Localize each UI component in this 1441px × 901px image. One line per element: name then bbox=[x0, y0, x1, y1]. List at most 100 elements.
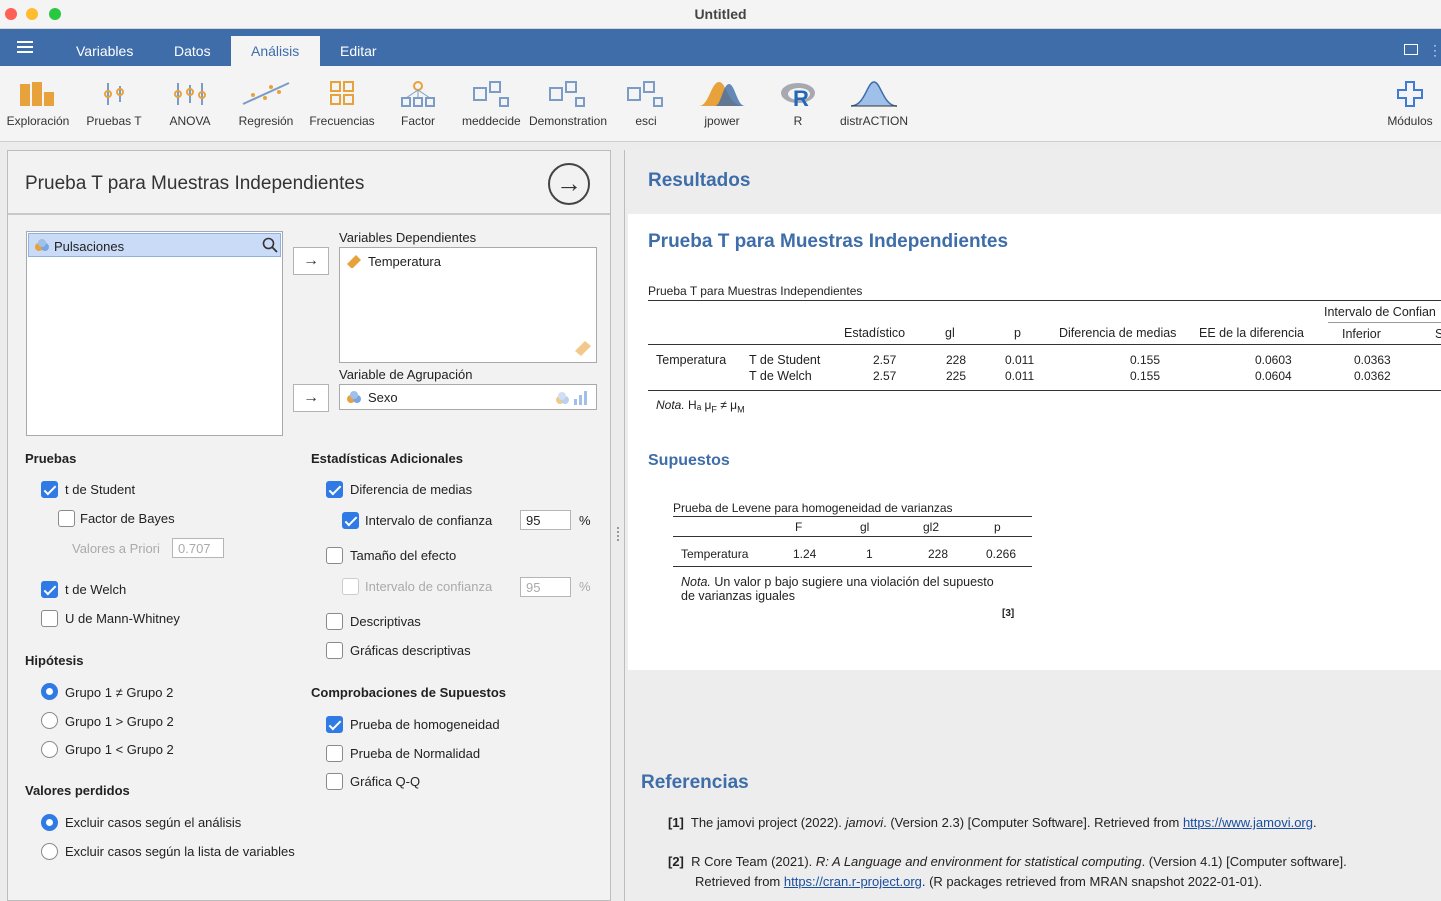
ci-value-input[interactable]: 95 bbox=[520, 510, 571, 530]
bayes-factor-checkbox[interactable] bbox=[58, 510, 75, 527]
ref-text: The jamovi project (2022). bbox=[690, 815, 846, 830]
hypothesis-neq-radio[interactable] bbox=[41, 683, 58, 700]
module-icon bbox=[473, 81, 509, 107]
effect-ci-value-input[interactable]: 95 bbox=[520, 577, 571, 597]
tab-editar[interactable]: Editar bbox=[320, 36, 397, 66]
nominal-variable-icon bbox=[34, 238, 50, 252]
descriptive-plots-checkbox[interactable] bbox=[326, 642, 343, 659]
qq-plot-checkbox[interactable] bbox=[326, 773, 343, 790]
more-options-icon[interactable]: · · · bbox=[1433, 39, 1437, 61]
ref-text: . (R packages retrieved from MRAN snapsh… bbox=[921, 874, 1263, 889]
results-header: Resultados bbox=[625, 150, 1441, 214]
reference-marker[interactable]: [3] bbox=[1002, 608, 1014, 619]
table-cell: 2.57 bbox=[873, 369, 897, 383]
table-rule bbox=[648, 300, 1441, 301]
variable-list[interactable]: Pulsaciones bbox=[26, 231, 283, 436]
t-welch-checkbox[interactable] bbox=[41, 581, 58, 598]
toolbar-r[interactable]: R R bbox=[770, 66, 826, 142]
tab-datos[interactable]: Datos bbox=[154, 36, 231, 66]
note-text: Un valor p bajo sugiere una violación de… bbox=[714, 575, 994, 589]
ref-text: R Core Team (2021). bbox=[691, 854, 816, 869]
table-cell: 225 bbox=[946, 369, 967, 383]
table-cell: 0.011 bbox=[1005, 353, 1035, 367]
effect-ci-checkbox[interactable] bbox=[342, 578, 359, 595]
dependent-variables-list[interactable]: Temperatura bbox=[339, 247, 597, 363]
prior-input[interactable]: 0.707 bbox=[172, 538, 224, 558]
panel-resize-handle[interactable] bbox=[617, 527, 619, 541]
move-to-dependent-button[interactable]: → bbox=[293, 247, 329, 275]
prior-label: Valores a Priori bbox=[72, 541, 160, 556]
dependent-variables-label: Variables Dependientes bbox=[339, 230, 477, 245]
grouping-variable-field[interactable]: Sexo bbox=[339, 384, 597, 410]
tab-analisis[interactable]: Análisis bbox=[231, 36, 320, 66]
arrow-right-icon: → bbox=[556, 168, 582, 198]
hypothesis-lt-radio[interactable] bbox=[41, 741, 58, 758]
homogeneity-checkbox[interactable] bbox=[326, 716, 343, 733]
col-header: p bbox=[1014, 326, 1021, 340]
toolbar-modulos[interactable]: Módulos bbox=[1380, 66, 1440, 142]
mann-whitney-checkbox[interactable] bbox=[41, 610, 58, 627]
ci-header-rule bbox=[1328, 322, 1441, 323]
t-welch-label: t de Welch bbox=[65, 582, 127, 597]
toolbar-anova[interactable]: ANOVA bbox=[156, 66, 224, 142]
tab-variables[interactable]: Variables bbox=[56, 36, 153, 66]
descriptives-label: Descriptivas bbox=[350, 614, 421, 629]
frequencies-icon bbox=[330, 81, 354, 105]
distribution-icon bbox=[850, 81, 898, 107]
toolbar-label: esci bbox=[635, 114, 657, 128]
table-rule bbox=[648, 390, 1441, 391]
mean-diff-checkbox[interactable] bbox=[326, 481, 343, 498]
qq-plot-label: Gráfica Q-Q bbox=[350, 774, 421, 789]
effect-size-label: Tamaño del efecto bbox=[350, 548, 457, 563]
toolbar-frecuencias[interactable]: Frecuencias bbox=[305, 66, 379, 142]
nominal-variable-icon bbox=[346, 390, 362, 409]
toolbar-esci[interactable]: esci bbox=[616, 66, 676, 142]
t-student-checkbox[interactable] bbox=[41, 481, 58, 498]
move-to-group-button[interactable]: → bbox=[293, 384, 329, 412]
window-mode-icon[interactable] bbox=[1404, 44, 1418, 55]
toolbar-exploracion[interactable]: Exploración bbox=[0, 66, 76, 142]
effect-size-checkbox[interactable] bbox=[326, 547, 343, 564]
toolbar-pruebas-t[interactable]: Pruebas T bbox=[78, 66, 150, 142]
ci-header: Intervalo de Confian bbox=[1324, 305, 1436, 319]
hypothesis-heading: Hipótesis bbox=[25, 653, 84, 668]
analysis-title: Prueba T para Muestras Independientes bbox=[648, 231, 1009, 252]
descriptives-checkbox[interactable] bbox=[326, 613, 343, 630]
levene-title: Prueba de Levene para homogeneidad de va… bbox=[673, 501, 953, 515]
list-item[interactable]: Pulsaciones bbox=[28, 233, 281, 257]
table-cell: 228 bbox=[928, 547, 949, 561]
hamburger-menu-icon[interactable] bbox=[17, 46, 33, 48]
descriptive-plots-label: Gráficas descriptivas bbox=[350, 643, 471, 658]
cran-link[interactable]: https://cran.r-project.org bbox=[784, 874, 922, 889]
arrow-right-icon: → bbox=[303, 389, 319, 406]
toolbar-regresion[interactable]: Regresión bbox=[231, 66, 301, 142]
results-heading: Resultados bbox=[648, 170, 751, 191]
hypothesis-gt-radio[interactable] bbox=[41, 712, 58, 729]
toolbar-factor[interactable]: Factor bbox=[388, 66, 448, 142]
toolbar-label: R bbox=[793, 114, 803, 128]
table-cell: 0.0604 bbox=[1255, 369, 1292, 383]
panel-title: Prueba T para Muestras Independientes bbox=[25, 173, 365, 194]
normality-checkbox[interactable] bbox=[326, 745, 343, 762]
results-panel: Resultados Prueba T para Muestras Indepe… bbox=[624, 150, 1441, 901]
run-arrow-button[interactable]: → bbox=[548, 163, 590, 205]
toolbar-demonstration[interactable]: Demonstration bbox=[526, 66, 610, 142]
toolbar-distraction[interactable]: distrACTION bbox=[836, 66, 912, 142]
toolbar-label: Módulos bbox=[1387, 114, 1433, 128]
homogeneity-label: Prueba de homogeneidad bbox=[350, 717, 500, 732]
levene-note: Nota. Un valor p bajo sugiere una violac… bbox=[681, 575, 994, 589]
regression-icon bbox=[242, 82, 290, 105]
exclude-listwise-radio[interactable] bbox=[41, 843, 58, 860]
col-header: S bbox=[1435, 327, 1441, 341]
exclude-analysis-radio[interactable] bbox=[41, 814, 58, 831]
toolbar-jpower[interactable]: jpower bbox=[690, 66, 754, 142]
analysis-options-panel: Prueba T para Muestras Independientes → … bbox=[7, 150, 611, 901]
search-icon[interactable] bbox=[262, 237, 278, 258]
ci-checkbox[interactable] bbox=[342, 512, 359, 529]
jamovi-link[interactable]: https://www.jamovi.org bbox=[1183, 815, 1313, 830]
assumption-checks-heading: Comprobaciones de Supuestos bbox=[311, 685, 507, 700]
toolbar-meddecide[interactable]: meddecide bbox=[458, 66, 526, 142]
list-item[interactable]: Sexo bbox=[368, 390, 398, 405]
list-item[interactable]: Temperatura bbox=[368, 254, 441, 269]
toolbar-label: Regresión bbox=[238, 114, 294, 128]
